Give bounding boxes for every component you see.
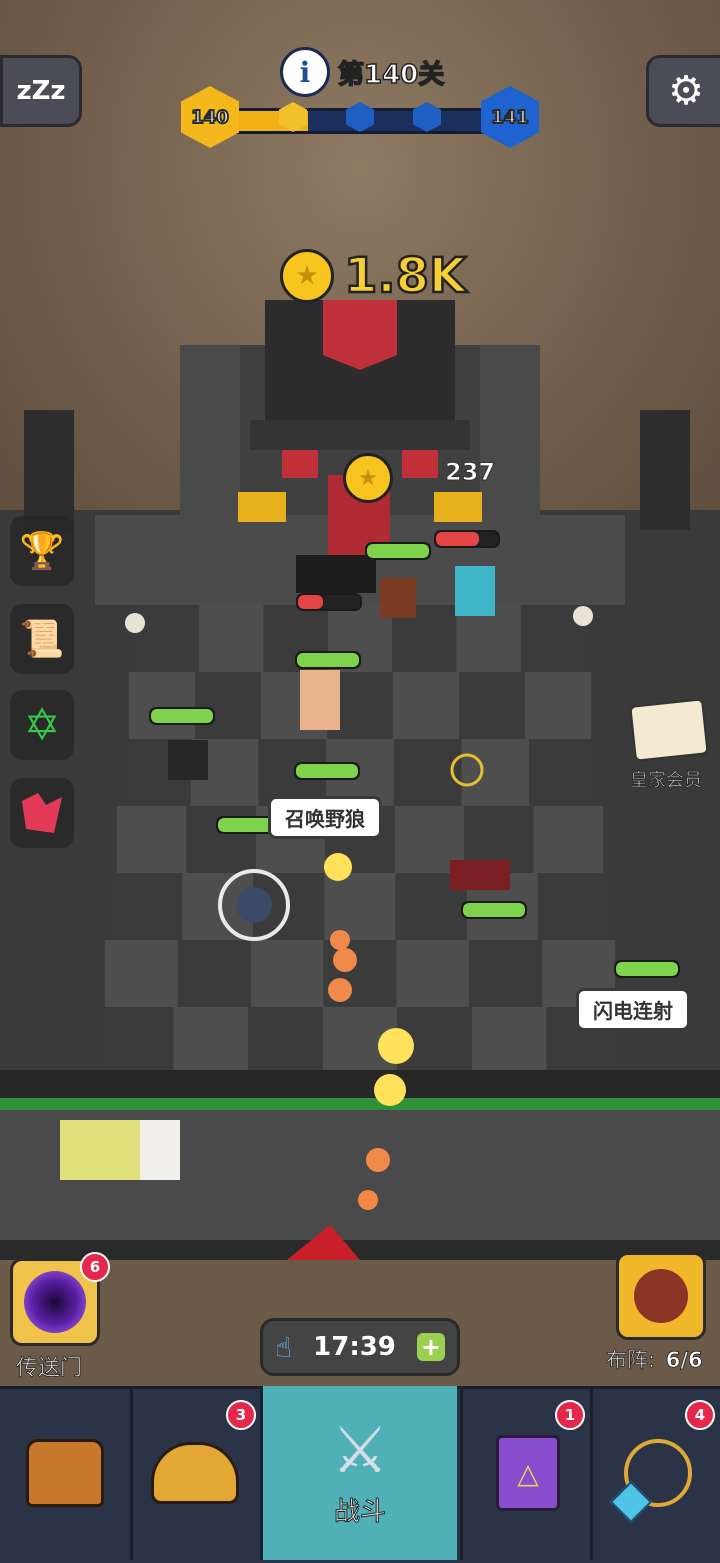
board-tile xyxy=(396,940,470,1007)
nav-item-spellbook[interactable]: △ 1 xyxy=(460,1386,593,1560)
board-tile xyxy=(537,873,609,940)
nav-item-battle[interactable]: ⚔ 战斗 xyxy=(263,1386,457,1560)
board-tile xyxy=(471,1007,547,1074)
enemy-health-fill-8 xyxy=(463,903,525,917)
enemy-health-fill-5 xyxy=(151,709,213,723)
board-tile xyxy=(469,940,543,1007)
board-tile xyxy=(250,940,324,1007)
reward-amount: 1.8K xyxy=(343,247,468,306)
formation-text: 布阵: 6/6 xyxy=(606,1344,703,1374)
board-tile xyxy=(393,672,459,739)
amulet-icon xyxy=(609,1439,692,1524)
treasure-chest-icon xyxy=(26,1439,104,1507)
board-tile xyxy=(199,605,264,672)
auto-sleep-button[interactable]: zZz xyxy=(0,55,82,127)
nav-badge-amulet: 4 xyxy=(685,1400,715,1430)
board-tile xyxy=(177,940,251,1007)
enemy-health-bar-4 xyxy=(295,651,361,669)
scroll-icon: 📜 xyxy=(19,619,65,660)
red-shard-icon xyxy=(22,793,62,833)
offline-timer[interactable]: ☝ 17:39 + xyxy=(260,1318,460,1376)
spellbook-icon: △ xyxy=(496,1435,560,1511)
enemy-health-fill-4 xyxy=(297,653,359,667)
hexagram-icon: ✡ xyxy=(23,699,61,751)
skill-label-summon-wolf: 召唤野狼 xyxy=(268,796,382,839)
reward-counter: ★ 1.8K xyxy=(280,247,468,306)
gold-coin-icon: ★ xyxy=(280,249,334,303)
level-title: 第140关 xyxy=(337,59,445,91)
enemy-health-bar-5 xyxy=(149,707,215,725)
enemy-health-bar-6 xyxy=(294,762,360,780)
enemy-health-fill-1 xyxy=(367,544,429,558)
crossed-swords-icon: ⚔ xyxy=(331,1413,389,1488)
portal-label: 传送门 xyxy=(16,1356,83,1382)
nav-item-hero[interactable]: 3 xyxy=(130,1386,263,1560)
skill-label-lightning: 闪电连射 xyxy=(576,988,690,1031)
winged-helmet-icon xyxy=(151,1442,239,1504)
enemy-health-bar-1 xyxy=(365,542,431,560)
red-card-button[interactable] xyxy=(10,778,74,848)
vip-label: 皇家会员 xyxy=(630,770,703,792)
formation-value: 6/6 xyxy=(665,1348,703,1373)
board-tile xyxy=(117,806,187,873)
enemy-health-bar-2 xyxy=(434,530,500,548)
board-tile xyxy=(99,1007,174,1074)
timer-value: 17:39 xyxy=(313,1332,396,1362)
battle-board xyxy=(0,300,720,1260)
board-tile xyxy=(105,940,178,1007)
board-tile xyxy=(525,672,591,739)
board-tile xyxy=(248,1007,323,1074)
hexagram-button[interactable]: ✡ xyxy=(10,690,74,760)
level-title-group: i 第140关 xyxy=(280,47,460,97)
nav-label-battle: 战斗 xyxy=(333,1496,386,1527)
board-tile xyxy=(129,672,195,739)
formation-button[interactable] xyxy=(616,1252,706,1340)
enemy-health-bar-9 xyxy=(614,960,680,978)
sleep-zzz-icon: zZz xyxy=(16,76,66,106)
gear-icon: ⚙ xyxy=(668,68,704,114)
add-time-button[interactable]: + xyxy=(416,1333,445,1361)
enemy-health-fill-3 xyxy=(298,595,323,609)
board-tile xyxy=(459,672,525,739)
settings-button[interactable]: ⚙ xyxy=(646,55,720,127)
tap-hand-icon: ☝ xyxy=(275,1330,293,1364)
board-tile xyxy=(195,672,261,739)
damage-number: 237 xyxy=(444,458,496,487)
nav-badge-hero: 3 xyxy=(226,1400,256,1430)
gate-coin-icon: ★ xyxy=(343,453,393,503)
portal-vortex-icon xyxy=(24,1271,86,1333)
enemy-health-fill-6 xyxy=(296,764,358,778)
enemy-health-bar-3 xyxy=(296,593,362,611)
board-tile xyxy=(111,873,183,940)
enemy-health-fill-2 xyxy=(436,532,480,546)
nav-badge-spellbook: 1 xyxy=(555,1400,585,1430)
board-tile xyxy=(529,739,597,806)
enemy-health-fill-9 xyxy=(616,962,678,976)
portal-badge: 6 xyxy=(80,1252,110,1282)
board-tile xyxy=(461,739,530,806)
scroll-quest-button[interactable]: 📜 xyxy=(10,604,74,674)
hero-portrait-icon xyxy=(634,1269,688,1323)
nav-item-chest[interactable] xyxy=(0,1386,133,1560)
podium-star-icon: 🏆 xyxy=(19,531,65,572)
formation-label: 布阵: xyxy=(606,1348,656,1373)
vip-card-icon[interactable] xyxy=(629,698,709,762)
enemy-health-bar-8 xyxy=(461,901,527,919)
ranking-button[interactable]: 🏆 xyxy=(10,516,74,586)
nav-item-amulet[interactable]: 4 xyxy=(590,1386,720,1560)
board-tile xyxy=(324,873,396,940)
board-tile xyxy=(135,605,200,672)
board-tile xyxy=(173,1007,249,1074)
info-icon[interactable]: i xyxy=(280,47,330,97)
board-tile xyxy=(533,806,603,873)
